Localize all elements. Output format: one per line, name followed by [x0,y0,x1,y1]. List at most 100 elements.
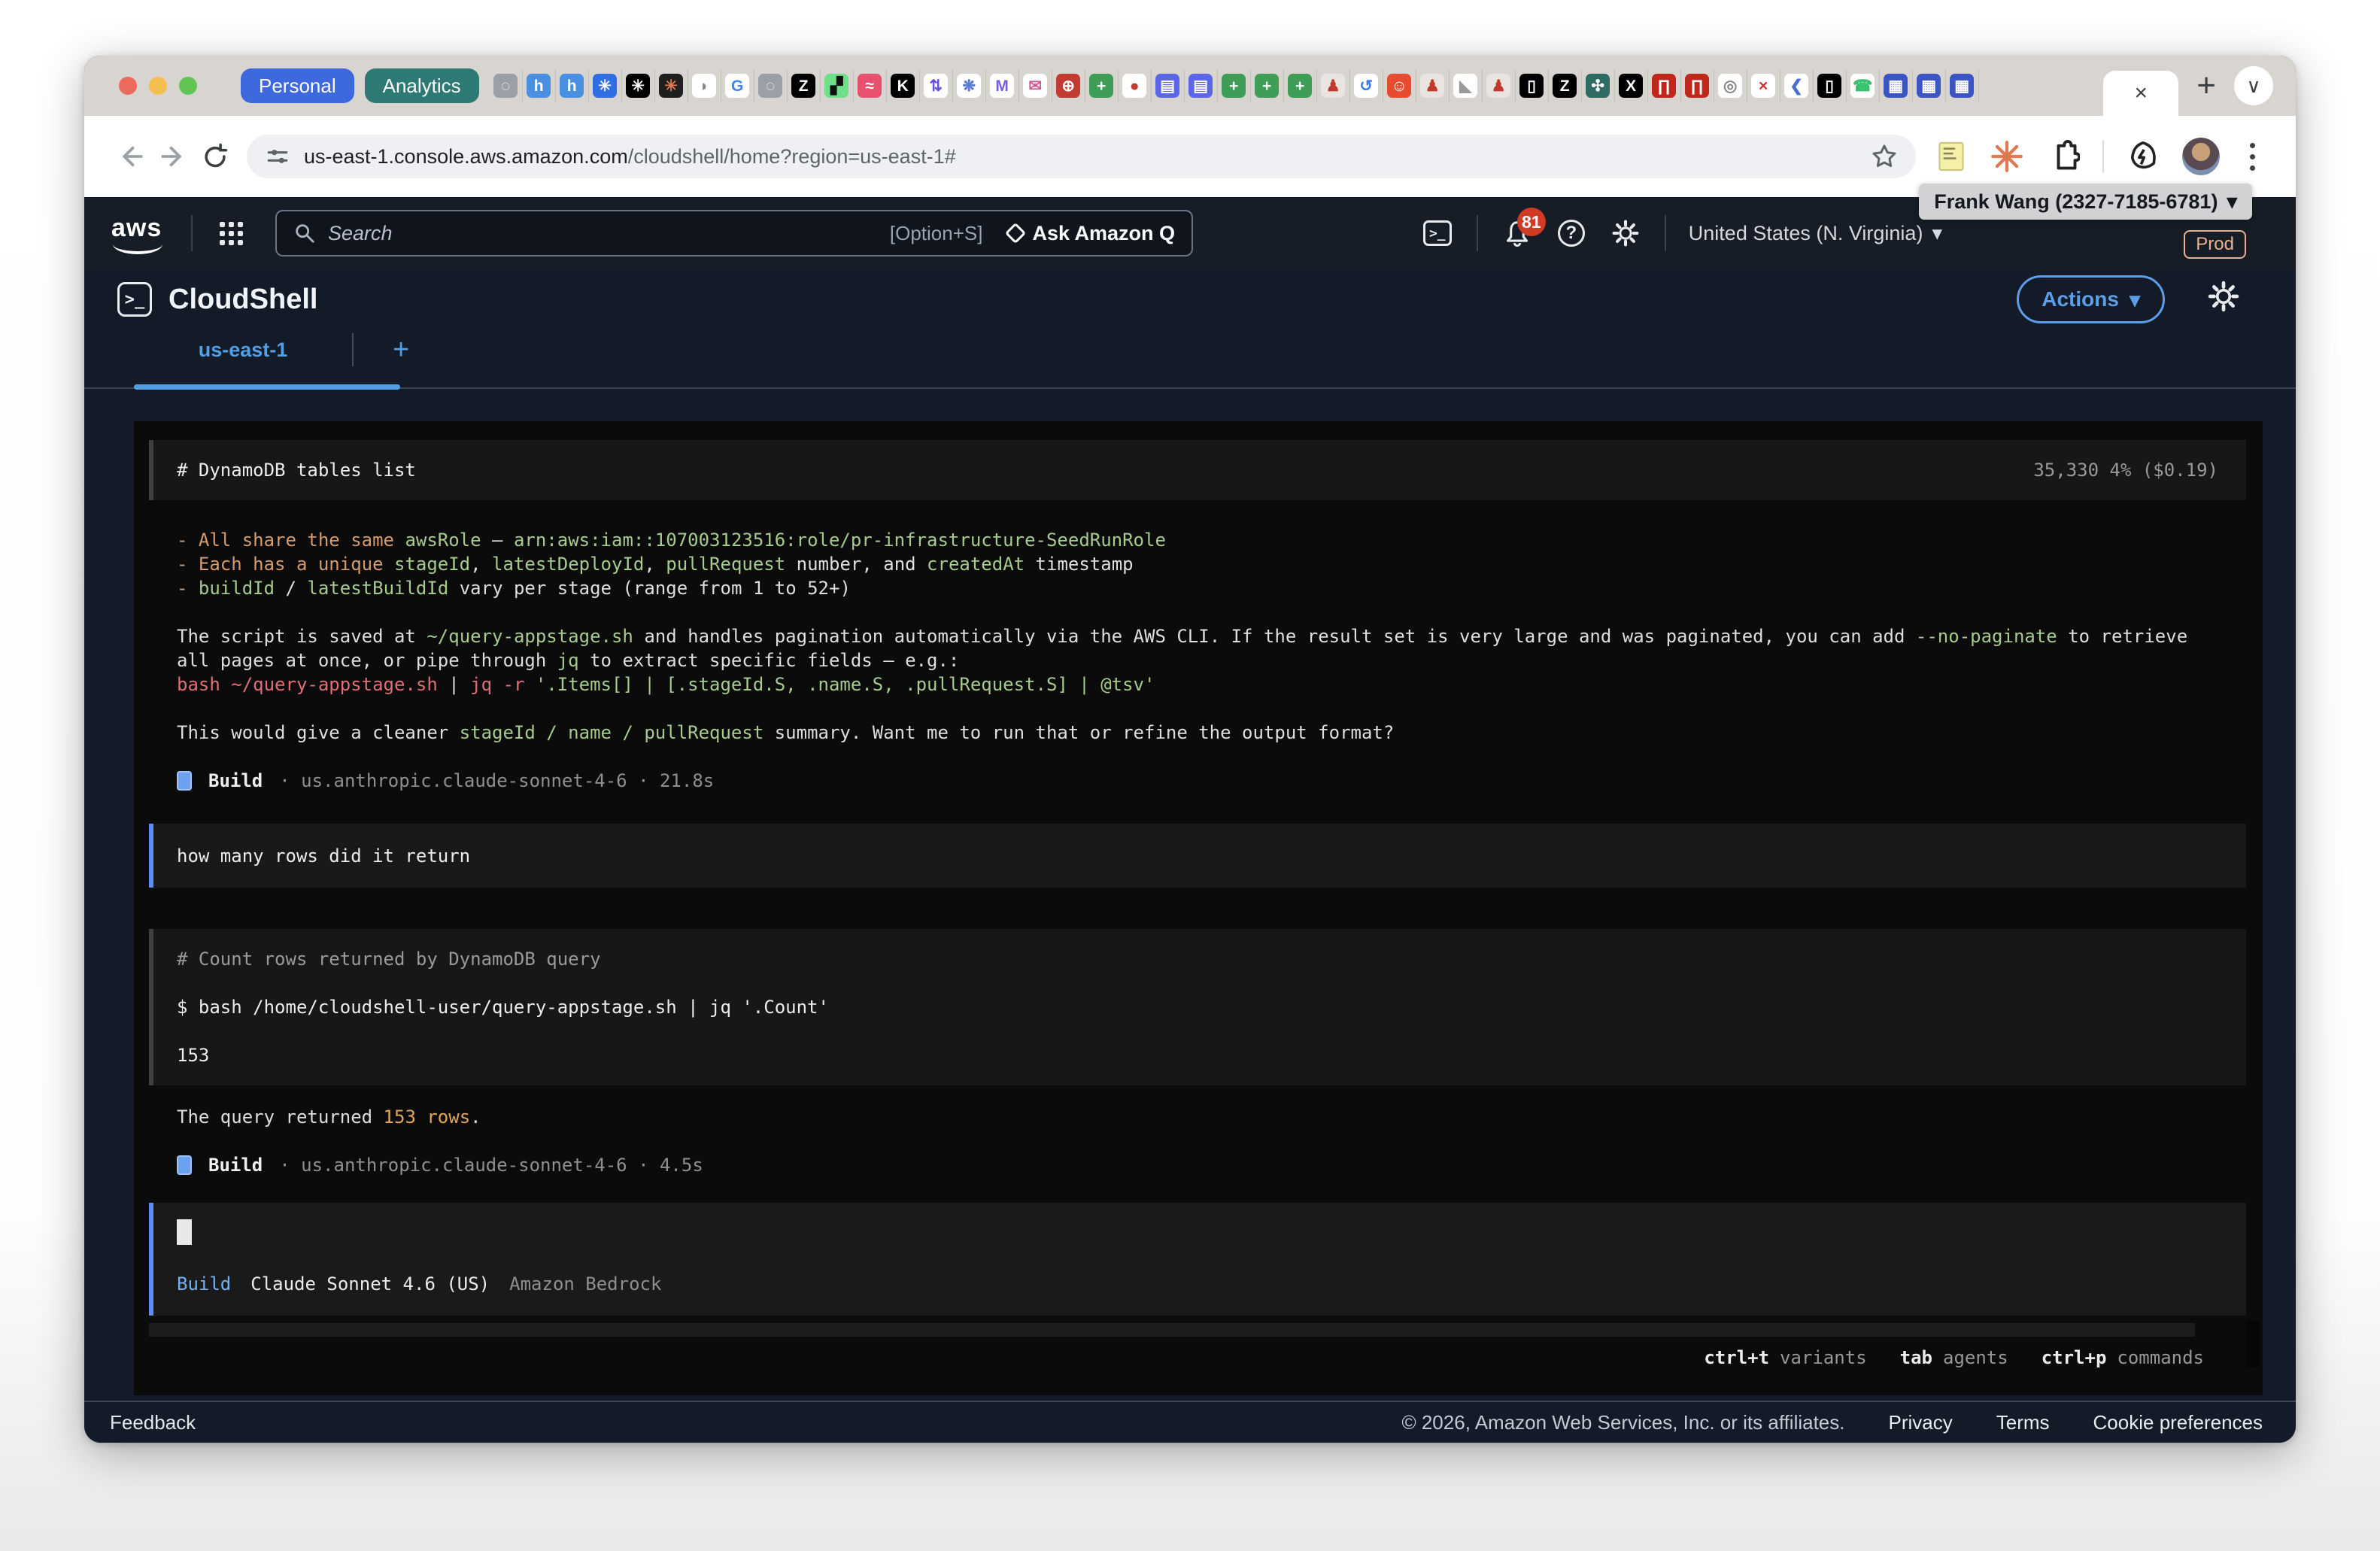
aws-logo[interactable]: aws [111,214,172,253]
maximize-window-button[interactable] [179,77,197,95]
browser-tab[interactable]: ▦ [1913,69,1946,102]
keyboard-hint: ctrl+pcommands [2042,1346,2204,1370]
browser-tab[interactable]: ✳ [589,69,622,102]
close-window-button[interactable] [119,77,137,95]
browser-tab[interactable]: ◎ [1714,69,1747,102]
ask-amazon-q-button[interactable]: Ask Amazon Q [1008,222,1175,245]
browser-tab[interactable]: ☺ [1383,69,1416,102]
reload-button[interactable] [194,135,236,178]
prompt-input[interactable]: Build Claude Sonnet 4.6 (US) Amazon Bedr… [149,1203,2246,1316]
token-usage-stats: 35,330 4% ($0.19) [2033,458,2218,482]
browser-tab[interactable]: × [1747,69,1780,102]
header-right-cluster: >_ 81 ? United States (N. Virginia)▾ [1421,197,1942,269]
tab-group-analytics[interactable]: Analytics [365,68,479,103]
browser-tab[interactable]: ▤ [1152,69,1185,102]
account-menu[interactable]: Frank Wang (2327-7185-6781)▾ [1919,184,2252,220]
browser-tab[interactable]: ♟ [1317,69,1350,102]
actions-button[interactable]: Actions▾ [2017,275,2165,323]
tab-favicon: ◌ [493,74,518,98]
browser-tab[interactable]: ❋ [953,69,986,102]
help-button[interactable]: ? [1555,217,1588,250]
browser-tab[interactable]: ✉ [1019,69,1052,102]
cloudshell-icon[interactable]: >_ [1421,217,1454,250]
new-tab-button[interactable]: + [2196,67,2216,105]
browser-tab[interactable]: M [986,69,1019,102]
notifications-bell[interactable]: 81 [1501,217,1534,250]
browser-tab[interactable]: ▤ [1185,69,1218,102]
tab-favicon: + [1089,74,1113,98]
close-tab-icon[interactable]: × [2135,80,2148,106]
browser-tab[interactable]: h [523,69,556,102]
browser-tab[interactable]: ✣ [1582,69,1615,102]
footer-link-cookie-preferences[interactable]: Cookie preferences [2093,1411,2263,1434]
tab-group-personal[interactable]: Personal [241,68,354,103]
extensions-puzzle-icon[interactable] [2047,140,2080,173]
browser-tab[interactable]: ◣ [1450,69,1483,102]
model-selector[interactable]: Build Claude Sonnet 4.6 (US) Amazon Bedr… [177,1272,2246,1296]
browser-tab[interactable]: Z [788,69,821,102]
notes-extension-icon[interactable] [1935,140,1967,173]
site-settings-icon[interactable] [265,144,290,169]
footer-link-privacy[interactable]: Privacy [1889,1411,1953,1434]
browser-tab[interactable]: ▦ [1880,69,1913,102]
browser-tab[interactable]: ✳ [655,69,688,102]
add-shell-tab-button[interactable]: + [393,334,409,366]
minimize-window-button[interactable] [149,77,167,95]
browser-tab[interactable]: + [1284,69,1317,102]
browser-tab[interactable]: ↺ [1350,69,1383,102]
region-selector[interactable]: United States (N. Virginia)▾ [1689,222,1942,245]
terminal-scrollbar-thumb[interactable] [2246,1321,2260,1367]
feedback-link[interactable]: Feedback [110,1411,196,1434]
shell-settings-gear[interactable] [2207,280,2240,313]
bookmark-star-icon[interactable] [1871,143,1898,170]
cloudshell-terminal[interactable]: # DynamoDB tables list 35,330 4% ($0.19)… [134,421,2263,1395]
browser-tab[interactable]: ∏ [1648,69,1681,102]
services-grid-icon[interactable] [218,220,244,246]
browser-tab[interactable]: + [1085,69,1119,102]
browser-tab[interactable]: ▯ [1814,69,1847,102]
browser-tab[interactable]: X [1615,69,1648,102]
browser-tab[interactable]: ⊕ [1052,69,1085,102]
browser-tab[interactable]: ♟ [1416,69,1450,102]
url-text[interactable]: us-east-1.console.aws.amazon.com/cloudsh… [304,145,956,168]
tab-favicon: ▦ [1884,74,1908,98]
browser-tab[interactable]: ❮ [1780,69,1814,102]
browser-tab[interactable]: h [556,69,589,102]
browser-tab[interactable]: G [721,69,754,102]
browser-tab[interactable]: ▞ [821,69,854,102]
active-tab-indicator [134,384,400,390]
address-bar[interactable]: us-east-1.console.aws.amazon.com/cloudsh… [247,135,1916,178]
browser-tab[interactable]: Z [1549,69,1582,102]
shell-tab-us-east-1[interactable]: us-east-1 [134,338,352,362]
tab-favicon: ✳ [593,74,617,98]
browser-tab[interactable]: ◌ [754,69,788,102]
footer-link-terms[interactable]: Terms [1996,1411,2050,1434]
browser-tab[interactable]: ▯ [1516,69,1549,102]
browser-tab[interactable]: ◌ [490,69,523,102]
tab-favicon: G [725,74,749,98]
active-tab[interactable]: × [2103,71,2178,116]
browser-tab[interactable]: ∏ [1681,69,1714,102]
browser-menu-button[interactable] [2242,135,2263,178]
browser-tab[interactable]: ◗ [688,69,721,102]
browser-tab[interactable]: ♟ [1483,69,1516,102]
browser-tab[interactable]: ☎ [1847,69,1880,102]
console-search-bar[interactable]: Search [Option+S] Ask Amazon Q [275,210,1193,256]
forward-button[interactable] [152,135,194,178]
claude-extension-icon[interactable] [1990,139,2024,174]
settings-gear-button[interactable] [1609,217,1642,250]
browser-tab[interactable]: ● [1119,69,1152,102]
browser-tab[interactable]: + [1218,69,1251,102]
browser-tab[interactable]: ≈ [854,69,887,102]
browser-tab[interactable]: ⇅ [920,69,953,102]
browser-tab[interactable]: K [887,69,920,102]
tab-search-chevron-icon[interactable]: ∨ [2234,66,2273,105]
browser-tab[interactable]: + [1251,69,1284,102]
tab-favicon: + [1222,74,1246,98]
toolbar-extensions [1935,135,2270,178]
browser-tab[interactable]: ✳ [622,69,655,102]
profile-avatar[interactable] [2182,138,2220,175]
performance-leaf-icon[interactable] [2127,140,2160,173]
browser-tab[interactable]: ▦ [1946,69,1979,102]
back-button[interactable] [110,135,152,178]
